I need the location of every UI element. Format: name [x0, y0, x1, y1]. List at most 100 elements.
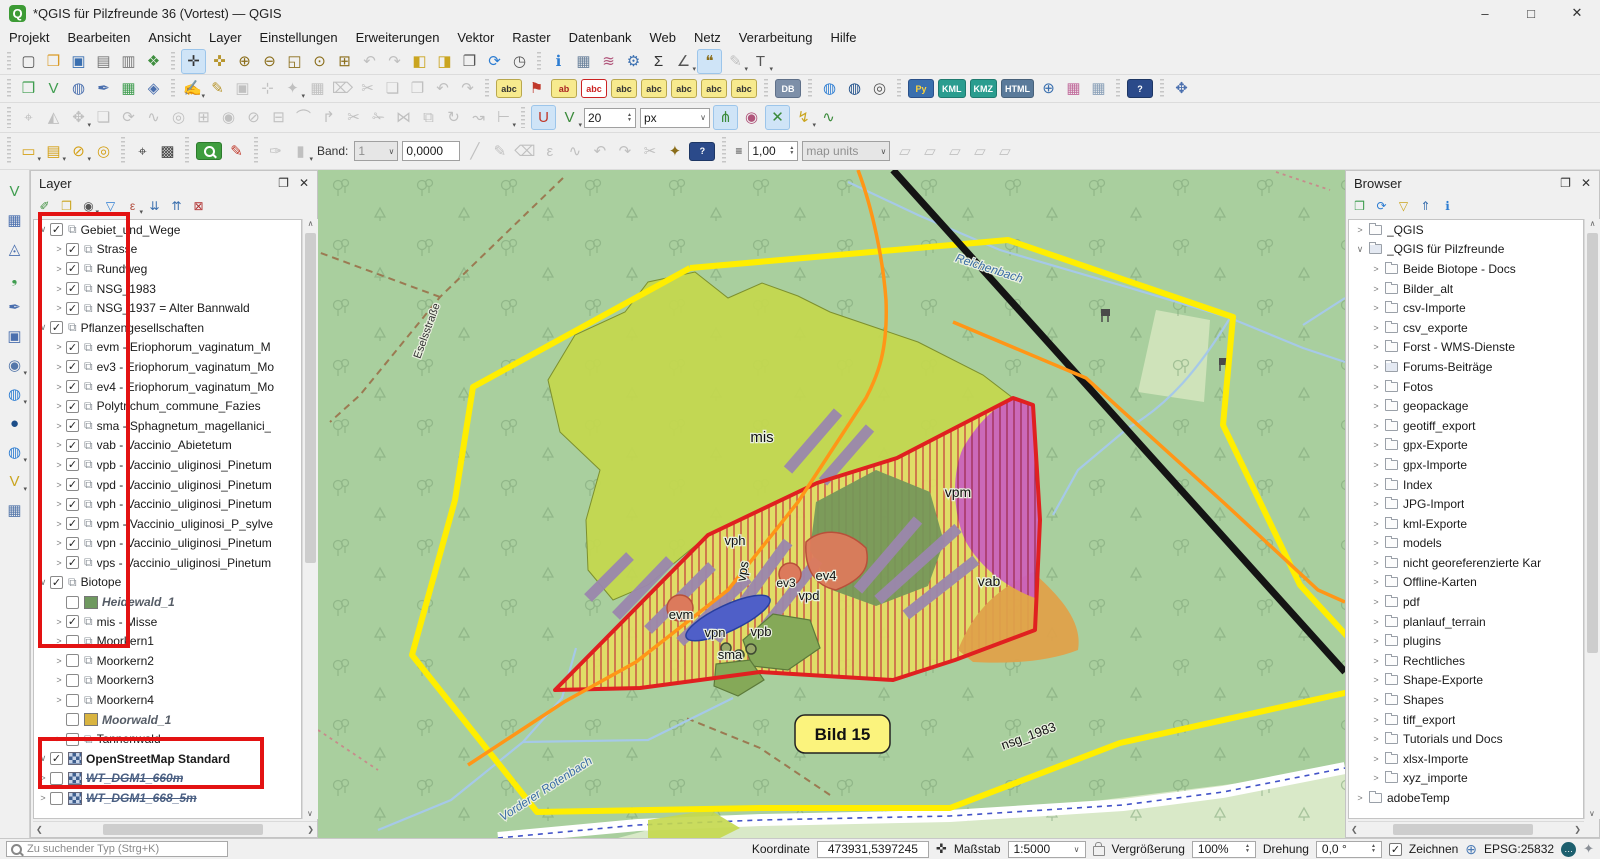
expander-icon[interactable]: ∨ [36, 577, 50, 588]
rotation-spinbox[interactable]: 0,0 °▲▼ [1316, 841, 1382, 858]
topological-editing-icon[interactable]: ⋔ [713, 105, 738, 130]
menu-vektor[interactable]: Vektor [448, 30, 503, 45]
browser-item-qgis[interactable]: >_QGIS [1349, 220, 1583, 240]
layer-checkbox[interactable]: ✓ [66, 615, 79, 628]
layer-item-sma-sphagnetum-magellanici[interactable]: >✓⧉sma - Sphagnetum_magellanici_ [34, 416, 301, 436]
layer-checkbox[interactable] [66, 674, 79, 687]
layer-diagram-options-icon[interactable]: ⚑ [525, 77, 548, 100]
menu-netz[interactable]: Netz [685, 30, 730, 45]
browser-item-plugins[interactable]: >plugins [1349, 631, 1583, 651]
expander-icon[interactable]: > [52, 636, 66, 646]
zoom-to-selection-icon[interactable]: ⊙ [308, 50, 331, 73]
metasearch-catalog-icon[interactable]: ◍ [818, 77, 841, 100]
temporal-controller-icon[interactable]: ◷ [508, 50, 531, 73]
expander-icon[interactable]: > [1369, 303, 1383, 313]
layer-item-moorwald-1[interactable]: Moorwald_1 [34, 710, 301, 730]
select-by-location-icon[interactable]: ◎ [92, 140, 115, 163]
expander-icon[interactable]: > [1369, 715, 1383, 725]
expander-icon[interactable]: > [52, 695, 66, 705]
browser-item-forums-beitr-ge[interactable]: >Forums-Beiträge [1349, 357, 1583, 377]
layer-checkbox[interactable] [66, 733, 79, 746]
expander-icon[interactable]: ∨ [36, 322, 50, 333]
close-button[interactable]: ✕ [1554, 0, 1600, 26]
db-manager-icon[interactable]: DB [775, 79, 801, 98]
undock-browser-icon[interactable]: ❐ [1560, 176, 1571, 190]
menu-verarbeitung[interactable]: Verarbeitung [730, 30, 822, 45]
show-sum-icon[interactable]: Σ [647, 50, 670, 73]
add-wfs-layer-icon[interactable]: ● [3, 412, 26, 435]
raster-settings-icon[interactable]: ✦ [663, 140, 686, 163]
expander-icon[interactable]: > [1369, 342, 1383, 352]
expander-icon[interactable]: > [52, 675, 66, 685]
layer-checkbox[interactable] [50, 792, 63, 805]
statistical-summary-icon[interactable]: ≋ [597, 50, 620, 73]
layer-checkbox[interactable] [50, 772, 63, 785]
layer-checkbox[interactable] [66, 654, 79, 667]
layer-checkbox[interactable]: ✓ [50, 223, 63, 236]
expander-icon[interactable]: > [1369, 323, 1383, 333]
expander-icon[interactable]: > [1369, 754, 1383, 764]
add-spatialite-layer-icon[interactable]: ✒ [3, 296, 26, 319]
expander-icon[interactable]: > [52, 342, 66, 352]
minimize-button[interactable]: – [1462, 0, 1508, 26]
expander-icon[interactable]: > [52, 362, 66, 372]
expander-icon[interactable]: > [1369, 734, 1383, 744]
layer-checkbox[interactable] [66, 596, 79, 609]
lock-scale-icon[interactable] [1093, 846, 1105, 856]
snapping-tolerance-input[interactable]: 20▲▼ [584, 108, 636, 128]
expander-icon[interactable]: > [1369, 499, 1383, 509]
map-canvas[interactable]: misvphvpsev3ev4vpdevmvpnvpbsmavpmvabnsg_… [318, 170, 1345, 838]
offline-editing-icon[interactable]: ⊕ [1037, 77, 1060, 100]
expander-icon[interactable]: > [52, 558, 66, 568]
layer-horizontal-scrollbar[interactable]: ❮ ❯ [33, 821, 317, 837]
layer-checkbox[interactable] [66, 694, 79, 707]
expander-icon[interactable]: > [52, 519, 66, 529]
menu-raster[interactable]: Raster [503, 30, 559, 45]
layer-item-vpb-vaccinio-uliginosi-pinetum[interactable]: >✓⧉vpb - Vaccinio_uliginosi_Pinetum [34, 455, 301, 475]
layer-item-moorkern2[interactable]: >⧉Moorkern2 [34, 651, 301, 671]
scale-select[interactable]: 1:5000∨ [1008, 841, 1086, 858]
zoom-in-icon[interactable]: ⊕ [233, 50, 256, 73]
text-annotation-icon[interactable]: T▾ [749, 50, 772, 73]
menu-layer[interactable]: Layer [200, 30, 251, 45]
layer-item-biotope[interactable]: ∨✓⧉Biotope [34, 573, 301, 593]
add-virtual-layer-icon[interactable]: ▣ [3, 325, 26, 348]
layer-checkbox[interactable] [66, 713, 79, 726]
layer-item-ev3-eriophorum-vaginatum-mo[interactable]: >✓⧉ev3 - Eriophorum_vaginatum_Mo [34, 357, 301, 377]
vertex-editor-tool-icon[interactable]: ✥ [1170, 77, 1193, 100]
menu-bearbeiten[interactable]: Bearbeiten [58, 30, 139, 45]
browser-hscroll-thumb[interactable] [1393, 824, 1533, 835]
select-features-icon[interactable]: ▭▾ [17, 140, 40, 163]
expander-icon[interactable]: > [52, 264, 66, 274]
tasks-icon[interactable]: ✦ [1583, 841, 1594, 857]
layer-checkbox[interactable]: ✓ [66, 517, 79, 530]
layer-checkbox[interactable]: ✓ [66, 439, 79, 452]
browser-item-adobetemp[interactable]: >adobeTemp [1349, 788, 1583, 808]
maximize-button[interactable]: □ [1508, 0, 1554, 26]
expander-icon[interactable]: > [1353, 225, 1367, 235]
collapse-all-icon[interactable]: ⇈ [167, 197, 186, 216]
browser-item-csv-importe[interactable]: >csv-Importe [1349, 298, 1583, 318]
expander-icon[interactable]: > [1369, 656, 1383, 666]
browser-item-qgis-f-r-pilzfreunde[interactable]: ∨_QGIS für Pilzfreunde [1349, 240, 1583, 260]
open-attribute-table-icon[interactable]: ▦ [572, 50, 595, 73]
add-raster-layer-icon[interactable]: ▦ [3, 209, 26, 232]
add-wcs-layer-icon[interactable]: ◍▾ [3, 441, 26, 464]
expander-icon[interactable]: ∨ [36, 224, 50, 235]
layer-checkbox[interactable]: ✓ [66, 419, 79, 432]
color-grid-plugin-icon[interactable]: ▦ [1062, 77, 1085, 100]
kmz-tools-icon[interactable]: KMZ [970, 79, 998, 98]
add-selected-layers-icon[interactable]: ❒ [1350, 197, 1369, 216]
close-browser-icon[interactable]: ✕ [1581, 176, 1591, 190]
browser-item-gpx-exporte[interactable]: >gpx-Exporte [1349, 436, 1583, 456]
menu-hilfe[interactable]: Hilfe [821, 30, 865, 45]
rule-based-labeling-icon[interactable]: abc [581, 79, 607, 98]
layer-item-gebiet-und-wege[interactable]: ∨✓⧉Gebiet_und_Wege [34, 220, 301, 240]
layer-item-vph-vaccinio-uliginosi-pinetum[interactable]: >✓⧉vph - Vaccinio_uliginosi_Pinetum [34, 494, 301, 514]
new-project-icon[interactable]: ▢ [17, 50, 40, 73]
menu-projekt[interactable]: Projekt [0, 30, 58, 45]
layer-item-vpn-vaccinio-uliginosi-pinetum[interactable]: >✓⧉vpn - Vaccinio_uliginosi_Pinetum [34, 534, 301, 554]
messages-icon[interactable]: … [1561, 842, 1576, 857]
layer-checkbox[interactable]: ✓ [50, 321, 63, 334]
layer-item-moorkern1[interactable]: >⧉Moorkern1 [34, 631, 301, 651]
